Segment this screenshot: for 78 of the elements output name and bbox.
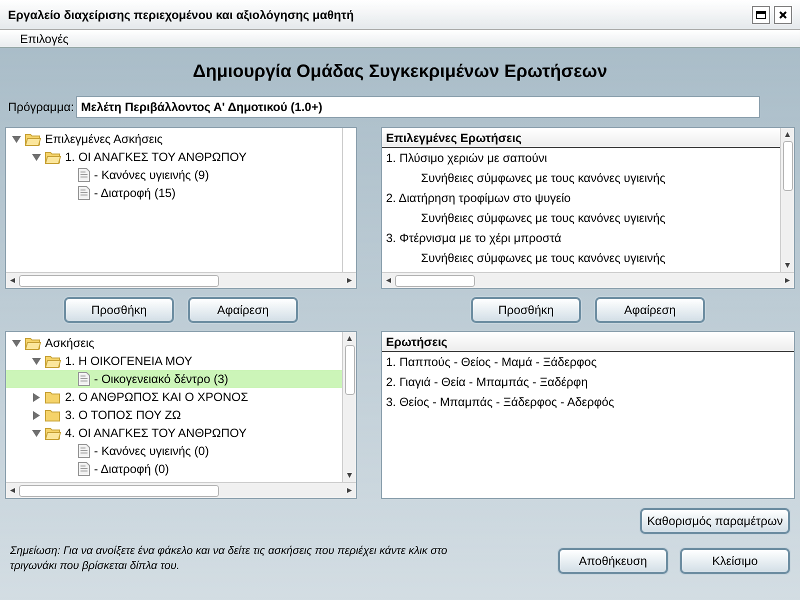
list-item-subtitle: Συνήθειες σύμφωνες με τους κανόνες υγιεινής	[420, 170, 666, 187]
collapse-triangle-icon[interactable]	[32, 428, 41, 438]
tree-item[interactable]: - Κανόνες υγιεινής (9)	[6, 166, 342, 184]
tree-item[interactable]: 1. Η ΟΙΚΟΓΕΝΕΙΑ ΜΟΥ	[6, 352, 342, 370]
list-header: Επιλεγμένες Ερωτήσεις	[382, 128, 780, 148]
tree-item[interactable]: - Διατροφή (15)	[6, 184, 342, 202]
scrollbar-thumb[interactable]	[19, 484, 219, 496]
tree-item[interactable]: 2. Ο ΑΝΘΡΩΠΟΣ ΚΑΙ Ο ΧΡΟΝΟΣ	[6, 388, 342, 406]
list-item[interactable]: 3. Θείος - Μπαμπάς - Ξάδερφος - Αδερφός	[382, 392, 794, 412]
tree-item[interactable]: Ασκήσεις	[6, 334, 342, 352]
scroll-arrow-icon[interactable]	[10, 488, 15, 493]
action-button[interactable]: Αφαίρεση	[188, 297, 298, 323]
action-button[interactable]: Προσθήκη	[64, 297, 174, 323]
expand-triangle-icon[interactable]	[32, 410, 41, 420]
list-item[interactable]: 3. Φτέρνισμα με το χέρι μπροστά	[382, 228, 780, 248]
open-folder-icon	[45, 354, 61, 368]
action-button[interactable]: Καθορισμός παραμέτρων	[640, 508, 790, 534]
collapse-triangle-icon[interactable]	[32, 152, 41, 162]
document-icon	[78, 168, 90, 182]
list-item-subtitle: Συνήθειες σύμφωνες με τους κανόνες υγιεινής	[420, 250, 666, 267]
scrollbar-thumb[interactable]	[782, 141, 792, 191]
scroll-arrow-icon[interactable]	[347, 278, 352, 283]
menu-item[interactable]: Επιλογές	[20, 30, 69, 48]
collapse-triangle-icon[interactable]	[12, 134, 21, 144]
tree-item[interactable]: 1. ΟΙ ΑΝΑΓΚΕΣ ΤΟΥ ΑΝΘΡΩΠΟΥ	[6, 148, 342, 166]
vertical-scrollbar[interactable]	[342, 332, 356, 482]
horizontal-scrollbar[interactable]	[6, 272, 356, 288]
list-item[interactable]: 2. Διατήρηση τροφίμων στο ψυγείο	[382, 188, 780, 208]
expand-triangle-icon[interactable]	[32, 392, 41, 402]
open-folder-icon	[25, 336, 41, 350]
list-item[interactable]: 1. Πλύσιμο χεριών με σαπούνι	[382, 148, 780, 168]
scrollbar-thumb[interactable]	[344, 345, 354, 395]
tree-item[interactable]: - Διατροφή (0)	[6, 460, 342, 478]
action-button[interactable]: Προσθήκη	[471, 297, 581, 323]
list-item[interactable]: 1. Παππούς - Θείος - Μαμά - Ξάδερφος	[382, 352, 794, 372]
scroll-arrow-icon[interactable]	[785, 278, 790, 283]
document-icon	[78, 186, 90, 200]
tree-item[interactable]: - Κανόνες υγιεινής (0)	[6, 442, 342, 460]
vertical-scrollbar[interactable]	[780, 128, 794, 272]
program-field[interactable]: Μελέτη Περιβάλλοντος Α' Δημοτικού (1.0+)	[76, 96, 760, 118]
open-folder-icon	[25, 132, 41, 146]
scroll-arrow-icon[interactable]	[386, 278, 391, 283]
close-icon	[779, 10, 787, 18]
scroll-arrow-icon[interactable]	[785, 132, 790, 137]
scrollbar-thumb[interactable]	[19, 274, 219, 286]
folder-icon	[45, 408, 61, 422]
document-icon	[78, 462, 90, 476]
action-button[interactable]: Αφαίρεση	[595, 297, 705, 323]
tree-item[interactable]: - Οικογενειακό δέντρο (3)	[6, 370, 342, 388]
open-folder-icon	[45, 426, 61, 440]
scroll-arrow-icon[interactable]	[347, 473, 352, 478]
scroll-arrow-icon[interactable]	[10, 278, 15, 283]
collapse-triangle-icon[interactable]	[32, 356, 41, 366]
list-item-subtitle: Συνήθειες σύμφωνες με τους κανόνες υγιεινής	[420, 210, 666, 227]
scroll-arrow-icon[interactable]	[347, 336, 352, 341]
collapse-triangle-icon[interactable]	[12, 338, 21, 348]
scroll-arrow-icon[interactable]	[785, 263, 790, 268]
tree-item[interactable]: 4. ΟΙ ΑΝΑΓΚΕΣ ΤΟΥ ΑΝΘΡΩΠΟΥ	[6, 424, 342, 442]
folder-icon	[45, 390, 61, 404]
program-label: Πρόγραμμα:	[8, 99, 74, 116]
scrollbar-thumb[interactable]	[395, 274, 475, 286]
action-button[interactable]: Αποθήκευση	[558, 548, 668, 574]
maximize-button[interactable]	[752, 6, 770, 24]
document-icon	[78, 444, 90, 458]
note-text: Σημείωση: Για να ανοίξετε ένα φάκελο και να δείτε τις ασκήσεις που περιέχει κάντε κλικ στο τριγωνάκι που βρίσκεται δίπλα του.	[10, 544, 448, 574]
open-folder-icon	[45, 150, 61, 164]
window-title: Εργαλείο διαχείρισης περιεχομένου και αξιολόγησης μαθητή	[8, 6, 355, 24]
list-item[interactable]: 2. Γιαγιά - Θεία - Μπαμπάς - Ξαδέρφη	[382, 372, 794, 392]
horizontal-scrollbar[interactable]	[382, 272, 794, 288]
tree-item[interactable]: 3. Ο ΤΟΠΟΣ ΠΟΥ ΖΩ	[6, 406, 342, 424]
page-heading: Δημιουργία Ομάδας Συγκεκριμένων Ερωτήσεων	[192, 60, 608, 82]
close-button[interactable]	[774, 6, 792, 24]
list-header: Ερωτήσεις	[382, 332, 794, 352]
action-button[interactable]: Κλείσιμο	[680, 548, 790, 574]
scroll-arrow-icon[interactable]	[347, 488, 352, 493]
horizontal-scrollbar[interactable]	[6, 482, 356, 498]
tree-item[interactable]: Επιλεγμένες Ασκήσεις	[6, 130, 342, 148]
document-icon	[78, 372, 90, 386]
